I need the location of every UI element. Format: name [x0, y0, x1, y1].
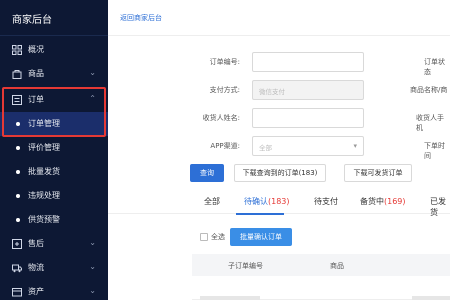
- app-channel-label: APP渠道:: [210, 142, 240, 150]
- tab-stocking[interactable]: 备货中(169): [360, 196, 406, 207]
- row-placeholder: [200, 296, 260, 300]
- row-placeholder: [412, 296, 450, 300]
- order-status-label: 订单状态: [424, 58, 445, 76]
- query-button[interactable]: 查询: [190, 164, 224, 182]
- table-row[interactable]: [192, 276, 450, 300]
- product-name-label: 商品名称/商: [410, 86, 448, 94]
- sidebar-item-label: 资产: [28, 287, 44, 296]
- chevron-down-icon: ⌄: [89, 68, 96, 77]
- sidebar-subitem-label: 违规处理: [28, 191, 60, 200]
- tab-pending-confirm[interactable]: 待确认(183): [244, 196, 290, 207]
- sidebar-subitem-label: 供货预警: [28, 215, 60, 224]
- sidebar-item-after-sales[interactable]: 售后 ⌄: [0, 232, 108, 256]
- tab-all[interactable]: 全部: [204, 196, 220, 207]
- batch-confirm-button[interactable]: 批量确认订单: [230, 228, 292, 246]
- bag-icon: [12, 70, 22, 79]
- bullet-icon: [16, 218, 20, 222]
- select-all-label: 全选: [211, 233, 225, 241]
- tab-shipped[interactable]: 已发货: [430, 196, 450, 218]
- dropdown-arrow-icon: ▾: [353, 142, 357, 150]
- sidebar-item-label: 售后: [28, 239, 44, 248]
- sidebar-subitem-batch-ship[interactable]: 批量发货: [0, 160, 108, 184]
- grid-icon: [12, 45, 22, 55]
- brand: 商家后台: [0, 0, 108, 36]
- truck-icon: [12, 264, 22, 273]
- sidebar-item-logistics[interactable]: 物流 ⌄: [0, 256, 108, 280]
- pay-method-field: 微信支付: [252, 80, 364, 100]
- wallet-icon: [12, 288, 22, 297]
- chevron-down-icon: ⌄: [89, 238, 96, 247]
- sidebar-item-assets[interactable]: 资产 ⌄: [0, 280, 108, 300]
- topbar: 返回商家后台: [108, 0, 450, 36]
- chevron-down-icon: ⌄: [89, 286, 96, 295]
- sidebar-item-overview[interactable]: 概况: [0, 38, 108, 62]
- sidebar-subitem-supply-alert[interactable]: 供货预警: [0, 208, 108, 232]
- bullet-icon: [16, 170, 20, 174]
- sidebar-subitem-label: 评价管理: [28, 143, 60, 152]
- bullet-icon: [16, 194, 20, 198]
- pay-method-label: 支付方式:: [209, 86, 240, 94]
- sidebar: 商家后台 概况 商品 ⌄ 订单 ⌃ 订单管理 评价管理 批量发货 违规处理 供货…: [0, 0, 108, 300]
- order-no-input[interactable]: [252, 52, 364, 72]
- sidebar-subitem-reviews[interactable]: 评价管理: [0, 136, 108, 160]
- receiver-name-label: 收货人姓名:: [202, 114, 240, 122]
- select-all-checkbox[interactable]: [200, 233, 208, 241]
- orders-table-header: 子订单编号 商品: [192, 254, 450, 276]
- download-query-button[interactable]: 下载查询到的订单(183): [234, 164, 326, 182]
- pay-method-value: 微信支付: [259, 88, 285, 96]
- order-status-tabs: 全部 待确认(183) 待支付 备货中(169) 已发货: [108, 192, 450, 217]
- sidebar-item-label: 商品: [28, 69, 44, 78]
- receiver-phone-label: 收货人手机: [416, 114, 444, 132]
- app-channel-select[interactable]: 全部 ▾: [252, 136, 364, 156]
- sidebar-item-label: 物流: [28, 263, 44, 272]
- active-tab-indicator: [236, 213, 284, 215]
- sidebar-subitem-violations[interactable]: 违规处理: [0, 184, 108, 208]
- bullet-icon: [16, 146, 20, 150]
- app-channel-value: 全部: [259, 144, 272, 152]
- sidebar-subitem-label: 批量发货: [28, 167, 60, 176]
- back-to-dashboard-link[interactable]: 返回商家后台: [120, 13, 162, 23]
- order-no-label: 订单编号:: [209, 58, 240, 66]
- order-time-label: 下单时间: [424, 142, 445, 160]
- highlight-annotation: [2, 87, 106, 137]
- app-title: 商家后台: [12, 15, 52, 26]
- receiver-name-input[interactable]: [252, 108, 364, 128]
- column-header-suborder-no: 子订单编号: [228, 262, 263, 270]
- sidebar-item-products[interactable]: 商品 ⌄: [0, 62, 108, 86]
- return-icon: [12, 239, 22, 249]
- download-shippable-button[interactable]: 下载可发货订单: [344, 164, 412, 182]
- sidebar-item-label: 概况: [28, 45, 44, 54]
- tab-pending-payment[interactable]: 待支付: [314, 196, 338, 207]
- chevron-down-icon: ⌄: [89, 262, 96, 271]
- column-header-product: 商品: [330, 262, 344, 270]
